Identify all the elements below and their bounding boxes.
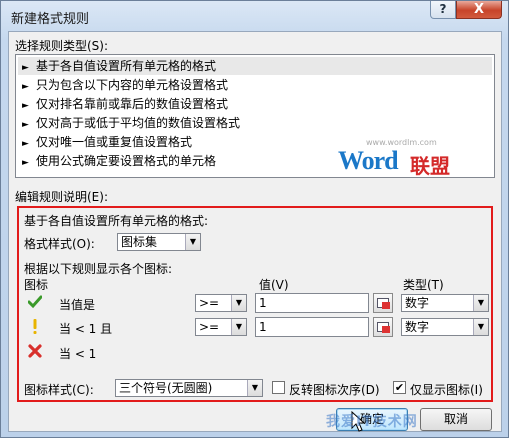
triangle-right-icon: ►: [22, 82, 29, 92]
condition-label: 当值是: [59, 298, 96, 312]
chevron-down-icon: ▼: [231, 319, 246, 335]
rule-description-box: 基于各自值设置所有单元格的格式: 格式样式(O): 图标集 ▼ 根据以下规则显示…: [17, 206, 493, 402]
triangle-right-icon: ►: [22, 158, 29, 168]
close-button[interactable]: X: [456, 1, 502, 19]
icon-style-label: 图标样式(C):: [24, 383, 94, 397]
condition-label: 当 < 1: [59, 347, 97, 361]
watermark-cn: 联盟: [410, 154, 450, 178]
chevron-down-icon: ▼: [473, 295, 488, 311]
value-input[interactable]: 1: [255, 293, 369, 313]
footer-watermark: 我爱IT技术网: [326, 414, 418, 430]
chevron-down-icon: ▼: [247, 380, 262, 396]
operator-select[interactable]: >= ▼: [195, 318, 247, 336]
dialog-client-area: 选择规则类型(S): ► 基于各自值设置所有单元格的格式 ► 只为包含以下内容的单元…: [8, 31, 502, 432]
rule-type-item[interactable]: ► 仅对高于或低于平均值的数值设置格式: [18, 114, 492, 132]
help-button[interactable]: ?: [430, 1, 456, 19]
chevron-down-icon: ▼: [185, 234, 200, 250]
triangle-right-icon: ►: [22, 120, 29, 130]
reverse-order-label: 反转图标次序(D): [289, 383, 380, 397]
rule-type-item[interactable]: ► 基于各自值设置所有单元格的格式: [18, 57, 492, 75]
format-style-label: 格式样式(O):: [24, 237, 95, 251]
column-value-header: 值(V): [259, 278, 289, 292]
watermark-word: Word: [338, 146, 399, 175]
rule-type-list[interactable]: ► 基于各自值设置所有单元格的格式 ► 只为包含以下内容的单元格设置格式 ► 仅对排名…: [15, 54, 495, 178]
rule-type-item[interactable]: ► 只为包含以下内容的单元格设置格式: [18, 76, 492, 94]
operator-select[interactable]: >= ▼: [195, 294, 247, 312]
site-watermark: www.wordlm.com Word 联盟: [338, 138, 488, 178]
condition-label: 当 < 1 且: [59, 322, 113, 336]
triangle-right-icon: ►: [22, 101, 29, 111]
show-icon-only-checkbox[interactable]: ✔: [393, 381, 406, 394]
dialog-title: 新建格式规则: [11, 12, 90, 27]
rule-type-label: 选择规则类型(S):: [15, 39, 109, 53]
column-icon-header: 图标: [24, 278, 49, 292]
cross-icon: [28, 344, 42, 358]
exclamation-icon: [33, 319, 37, 334]
format-style-select[interactable]: 图标集 ▼: [117, 233, 201, 251]
rules-heading: 根据以下规则显示各个图标:: [24, 262, 173, 276]
description-heading: 基于各自值设置所有单元格的格式:: [24, 214, 209, 228]
rule-type-item[interactable]: ► 仅对排名靠前或靠后的数值设置格式: [18, 95, 492, 113]
value-input[interactable]: 1: [255, 317, 369, 337]
type-select[interactable]: 数字 ▼: [401, 294, 489, 312]
dialog-window: 新建格式规则 ? X 选择规则类型(S): ► 基于各自值设置所有单元格的格式 ►…: [0, 0, 509, 438]
triangle-right-icon: ►: [22, 139, 29, 149]
range-select-button[interactable]: [373, 317, 393, 337]
column-type-header: 类型(T): [403, 278, 444, 292]
show-icon-only-label: 仅显示图标(I): [410, 383, 483, 397]
icon-style-select[interactable]: 三个符号(无圆圈) ▼: [115, 379, 263, 397]
triangle-right-icon: ►: [22, 63, 29, 73]
check-icon: [28, 295, 42, 309]
chevron-down-icon: ▼: [473, 319, 488, 335]
range-select-button[interactable]: [373, 293, 393, 313]
cancel-button[interactable]: 取消: [420, 408, 492, 431]
checkmark-icon: ✔: [394, 381, 405, 394]
reverse-order-checkbox[interactable]: [272, 381, 285, 394]
edit-rule-label: 编辑规则说明(E):: [15, 190, 108, 204]
type-select[interactable]: 数字 ▼: [401, 318, 489, 336]
chevron-down-icon: ▼: [231, 295, 246, 311]
